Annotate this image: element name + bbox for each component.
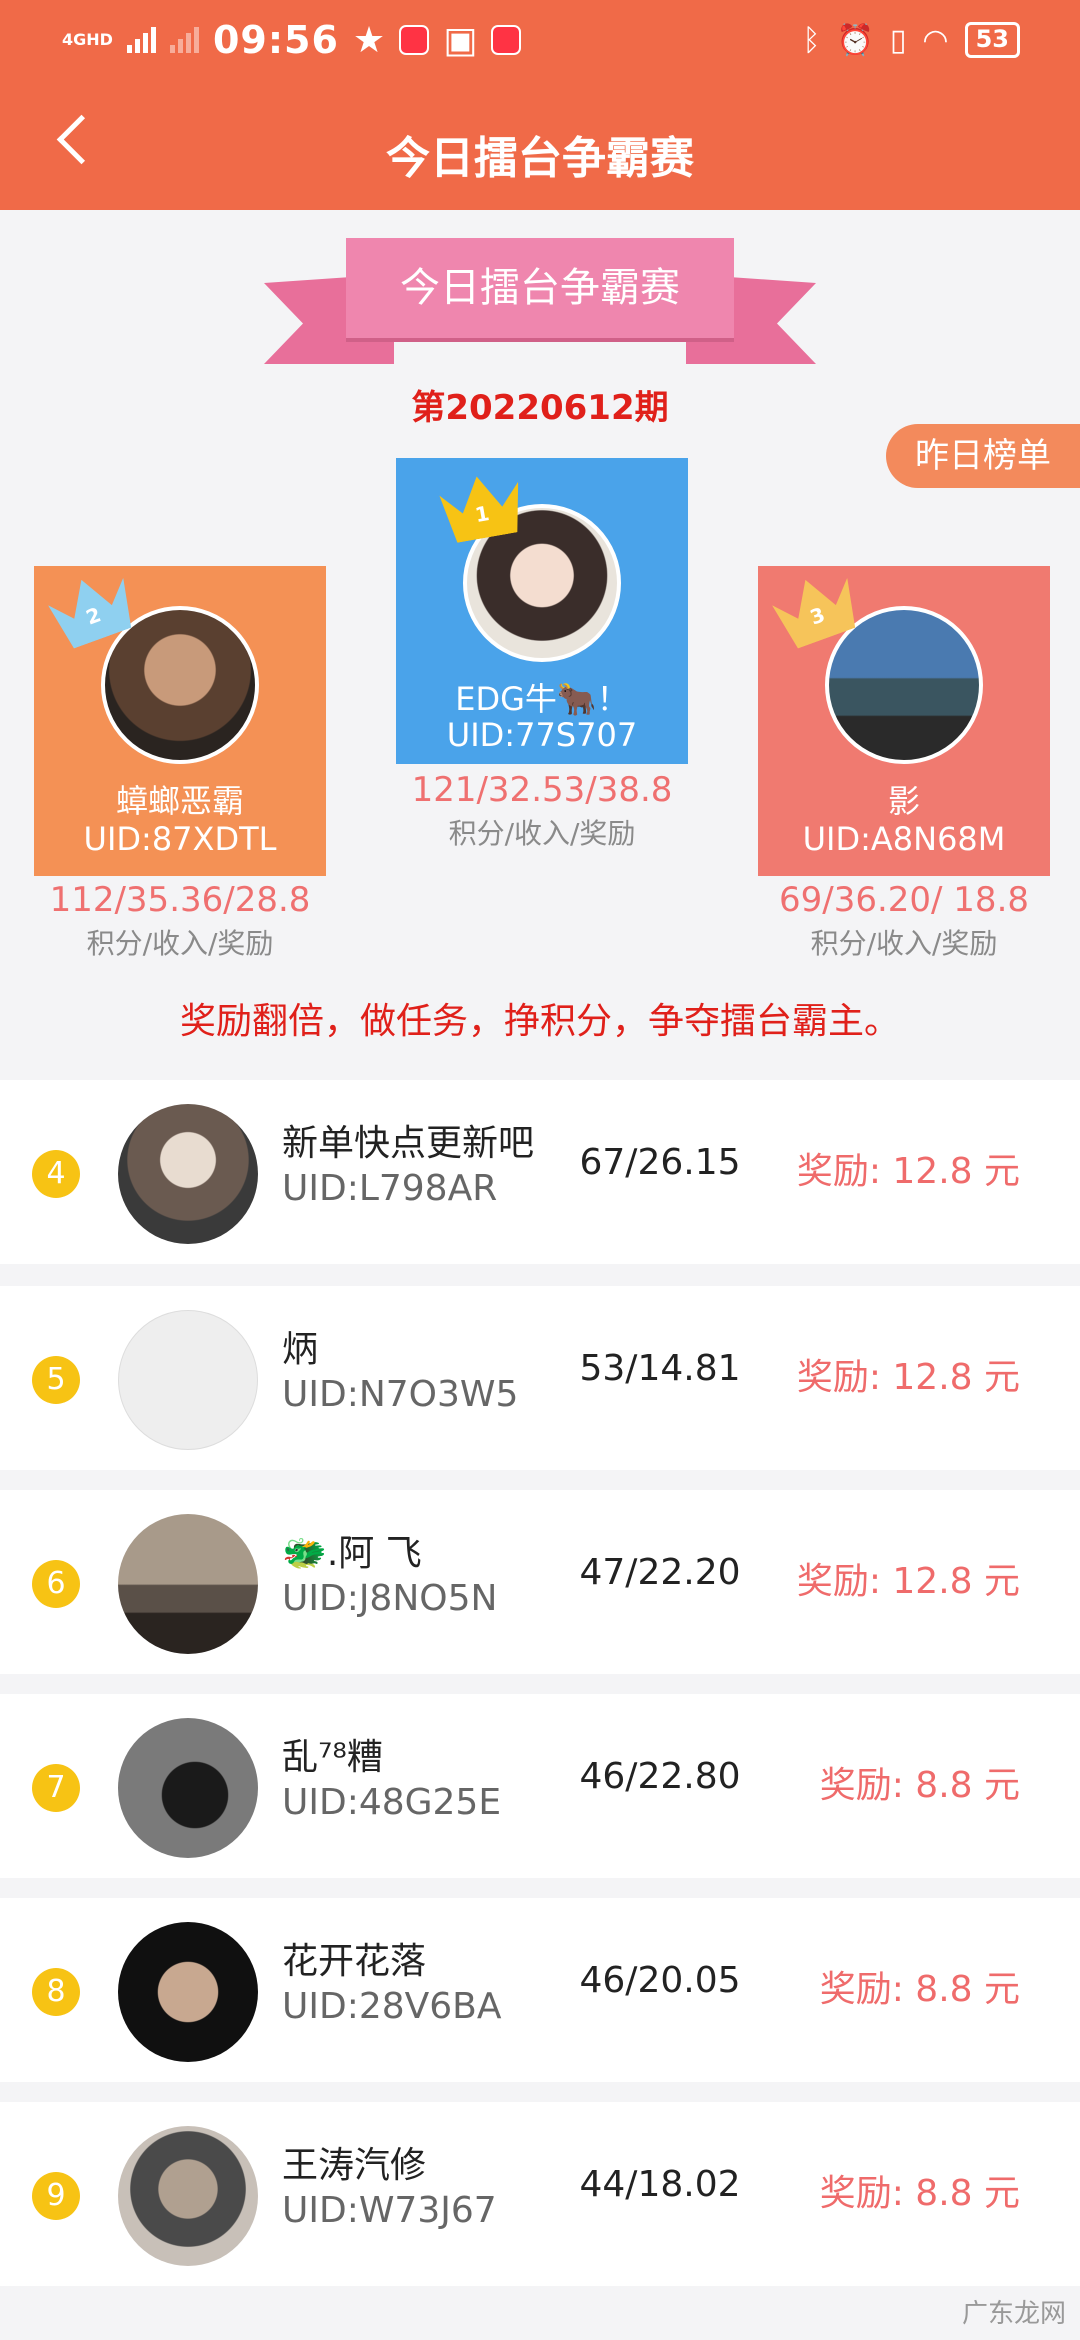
user-reward: 奖励: 12.8 元 (796, 1561, 1020, 1602)
list-item[interactable]: 9 王涛汽修 UID:W73J67 44/18.02 奖励: 8.8 元 (0, 2102, 1080, 2286)
list-item[interactable]: 6 🐲.阿 飞 UID:J8NO5N 47/22.20 奖励: 12.8 元 (0, 1490, 1080, 1674)
signal-icon (126, 27, 156, 53)
list-item[interactable]: 8 花开花落 UID:28V6BA 46/20.05 奖励: 8.8 元 (0, 1898, 1080, 2082)
status-left: 4GHD 09:56 ★ ▣ (62, 18, 522, 62)
user-uid: UID:28V6BA (282, 1986, 502, 2027)
user-uid: UID:48G25E (282, 1782, 502, 1823)
star-icon: ★ (352, 19, 386, 61)
user-name: 花开花落 (282, 1941, 427, 1982)
user-score: 47/22.20 (579, 1552, 741, 1593)
rank-badge: 5 (32, 1356, 80, 1404)
rank-badge: 4 (32, 1150, 80, 1198)
top-bar: 4GHD 09:56 ★ ▣ ᛒ ⏰ ▯ ◠ 53 今日擂台争霸赛 (0, 0, 1080, 210)
avatar (118, 1718, 258, 1858)
podium-uid: UID:A8N68M (802, 820, 1006, 858)
avatar (118, 1104, 258, 1244)
bluetooth-icon: ᛒ (802, 22, 821, 58)
podium-card-3[interactable]: 3 影 UID:A8N68M (758, 566, 1050, 876)
avatar (118, 1310, 258, 1450)
podium-stats-2: 112/35.36/28.8 (49, 880, 311, 920)
app-notification-2-icon (491, 25, 522, 55)
app-notification-icon (399, 25, 430, 55)
avatar (118, 2126, 258, 2266)
avatar (118, 1514, 258, 1654)
network-type: 4GHD (62, 30, 113, 49)
rank-badge: 8 (32, 1968, 80, 2016)
calendar-icon: ▣ (443, 19, 478, 61)
user-name: 新单快点更新吧 (282, 1123, 535, 1164)
signal-2-icon (169, 27, 199, 53)
status-bar: 4GHD 09:56 ★ ▣ ᛒ ⏰ ▯ ◠ 53 (0, 0, 1080, 86)
user-score: 44/18.02 (579, 2164, 741, 2205)
user-score: 46/20.05 (579, 1960, 741, 2001)
podium-stats-1: 121/32.53/38.8 (411, 770, 673, 810)
user-score: 67/26.15 (579, 1142, 741, 1183)
list-item[interactable]: 7 乱⁷⁸糟 UID:48G25E 46/22.80 奖励: 8.8 元 (0, 1694, 1080, 1878)
user-score: 46/22.80 (579, 1756, 741, 1797)
user-reward: 奖励: 12.8 元 (796, 1151, 1020, 1192)
slogan: 奖励翻倍，做任务，挣积分，争夺擂台霸主。 (179, 1001, 900, 1042)
user-name: 🐲.阿 飞 (282, 1533, 422, 1574)
podium-uid: UID:77S707 (446, 716, 638, 754)
podium-stats-label-2: 积分/收入/奖励 (86, 927, 274, 960)
period-label: 第20220612期 (411, 388, 669, 428)
podium-card-2[interactable]: 2 蟑螂恶霸 UID:87XDTL (34, 566, 326, 876)
wifi-icon: ◠ (922, 22, 949, 58)
alarm-icon: ⏰ (836, 22, 874, 58)
rank-badge: 9 (32, 2172, 80, 2220)
list-item[interactable]: 4 新单快点更新吧 UID:L798AR 67/26.15 奖励: 12.8 元 (0, 1080, 1080, 1264)
user-name: 炳 (282, 1329, 319, 1370)
user-reward: 奖励: 8.8 元 (819, 2173, 1020, 2214)
yesterday-ranking-button[interactable]: 昨日榜单 (886, 424, 1080, 488)
user-uid: UID:N7O3W5 (282, 1374, 519, 1415)
podium-name: 蟑螂恶霸 (115, 782, 244, 820)
user-uid: UID:L798AR (282, 1168, 498, 1209)
user-name: 乱⁷⁸糟 (282, 1737, 383, 1778)
rank-badge: 7 (32, 1764, 80, 1812)
rank-badge: 6 (32, 1560, 80, 1608)
page-title: 今日擂台争霸赛 (386, 133, 694, 184)
user-reward: 奖励: 12.8 元 (796, 1357, 1020, 1398)
podium-name: 影 (887, 782, 920, 820)
podium-stats-label-1: 积分/收入/奖励 (448, 817, 636, 850)
banner-ribbon: 今日擂台争霸赛 (264, 228, 816, 368)
podium-uid: UID:87XDTL (83, 820, 277, 858)
user-reward: 奖励: 8.8 元 (819, 1765, 1020, 1806)
avatar (118, 1922, 258, 2062)
user-score: 53/14.81 (579, 1348, 741, 1389)
user-uid: UID:W73J67 (282, 2190, 497, 2231)
battery-icon: 53 (964, 22, 1020, 58)
podium-card-1[interactable]: 1 EDG牛🐂！ UID:77S707 (396, 458, 688, 764)
user-reward: 奖励: 8.8 元 (819, 1969, 1020, 2010)
watermark: 广东龙网 (961, 2299, 1066, 2329)
user-uid: UID:J8NO5N (282, 1578, 498, 1619)
podium-stats-label-3: 积分/收入/奖励 (810, 927, 998, 960)
podium-stats-3: 69/36.20/ 18.8 (778, 880, 1030, 920)
vibrate-icon: ▯ (889, 22, 907, 58)
user-name: 王涛汽修 (282, 2145, 427, 2186)
podium-name: EDG牛🐂！ (455, 680, 629, 718)
banner-title: 今日擂台争霸赛 (346, 238, 734, 338)
nav-bar: 今日擂台争霸赛 (0, 100, 1080, 200)
list-item[interactable]: 5 炳 UID:N7O3W5 53/14.81 奖励: 12.8 元 (0, 1286, 1080, 1470)
status-right: ᛒ ⏰ ▯ ◠ 53 (803, 22, 1020, 58)
clock: 09:56 (212, 18, 339, 62)
